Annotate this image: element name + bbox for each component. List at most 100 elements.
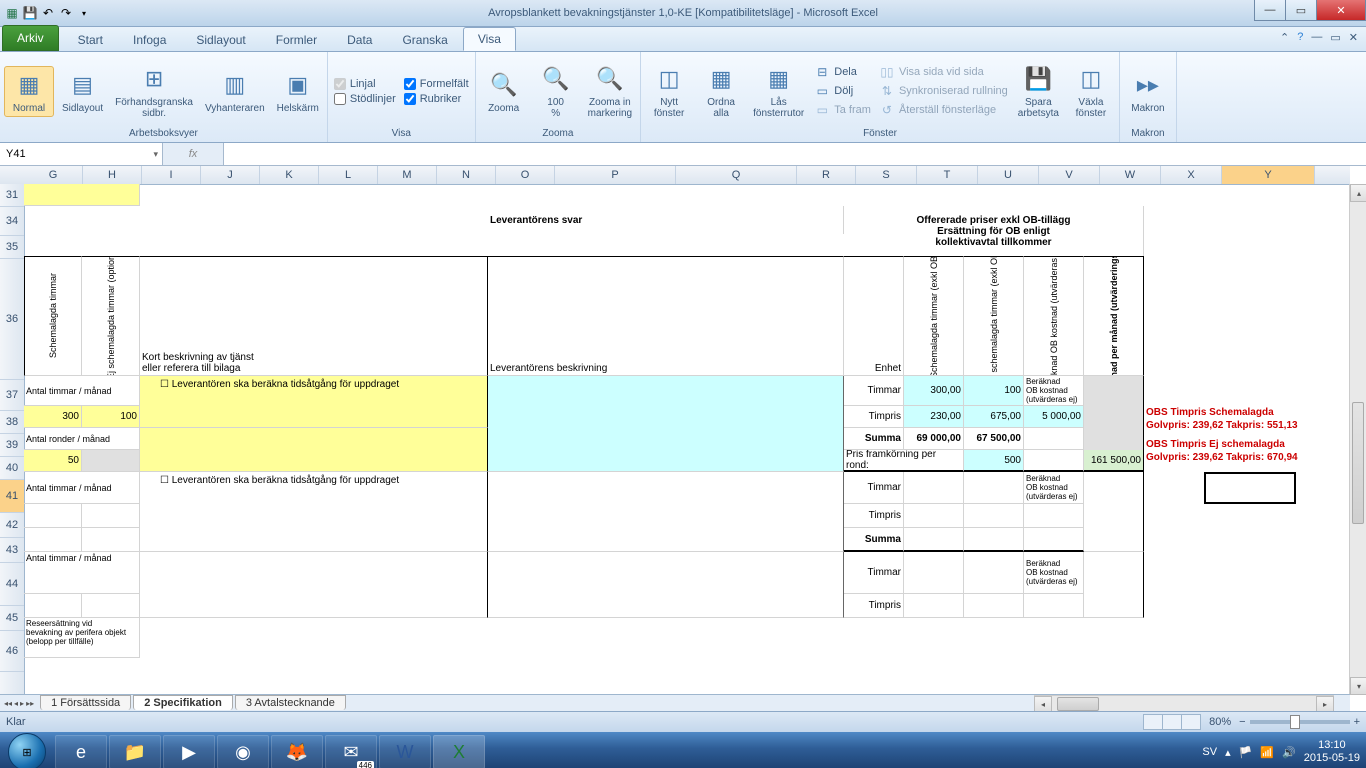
taskbar-explorer[interactable]: 📁 [109,735,161,768]
cell[interactable]: 50 [24,450,82,472]
cell[interactable]: Antal timmar / månad [24,376,140,406]
zoom-slider[interactable]: − + [1239,716,1360,728]
qat-dropdown-icon[interactable]: ▾ [76,5,92,21]
tab-start[interactable]: Start [63,28,118,51]
cell[interactable]: Beräknad OB kostnad (utvärderas ej) [1024,472,1084,504]
cell[interactable]: Leverantörens svar [488,206,844,234]
cell[interactable]: Timpris [844,504,904,528]
cell[interactable]: Schemalagda timmar (exkl OB) [904,256,964,376]
formula-bar-checkbox[interactable]: Formelfält [402,77,471,91]
cell[interactable]: 230,00 [904,406,964,428]
cell[interactable]: 161 500,00 [1084,450,1144,472]
cell[interactable] [1084,552,1144,618]
sheet-tab-2[interactable]: 2 Specifikation [133,695,233,710]
row-header-41[interactable]: 41 [0,480,24,513]
cell[interactable] [1024,450,1084,472]
row-header-40[interactable]: 40 [0,457,24,480]
cell[interactable]: Antal ronder / månad [24,428,140,450]
tab-formler[interactable]: Formler [261,28,332,51]
row-header-38[interactable]: 38 [0,411,24,434]
view-mode-buttons[interactable] [1144,714,1201,730]
cell[interactable] [904,472,964,504]
new-window-button[interactable]: ◫Nytt fönster [645,61,693,121]
cell[interactable]: Timmar [844,552,904,594]
doc-restore-icon[interactable]: ▭ [1330,31,1340,44]
col-header-V[interactable]: V [1039,166,1100,184]
cell[interactable]: Pris framkörning per rond: [844,450,964,472]
side-by-side-button[interactable]: ▯▯Visa sida vid sida [877,63,1010,81]
unhide-button[interactable]: ▭Ta fram [812,101,873,119]
save-workspace-button[interactable]: 💾Spara arbetsyta [1014,61,1063,121]
cell[interactable] [964,472,1024,504]
formula-input[interactable] [224,143,1366,165]
cell[interactable]: Timmar [844,472,904,504]
cell[interactable] [904,504,964,528]
cell[interactable]: Enhet [844,256,904,376]
cell[interactable] [964,594,1024,618]
col-header-S[interactable]: S [856,166,917,184]
cell[interactable]: 300 [24,406,82,428]
cell[interactable]: 100 [82,406,140,428]
help-icon[interactable]: ? [1297,31,1303,44]
name-box[interactable]: Y41 [0,143,163,165]
row-header-39[interactable]: 39 [0,434,24,457]
row-header-37[interactable]: 37 [0,380,24,411]
col-header-W[interactable]: W [1100,166,1161,184]
arrange-all-button[interactable]: ▦Ordna alla [697,61,745,121]
cell[interactable] [1204,472,1296,504]
cell[interactable]: 675,00 [964,406,1024,428]
cell[interactable] [140,428,488,472]
zoom-out-icon[interactable]: − [1239,716,1245,728]
cell[interactable]: Offererade priser exkl OB-tilläggErsättn… [844,206,1144,256]
macros-button[interactable]: ▸▸Makron [1124,67,1172,116]
cell[interactable] [24,504,82,528]
col-header-O[interactable]: O [496,166,555,184]
cell[interactable]: Kostnad per månad (utvärderingspris) [1084,256,1144,376]
save-icon[interactable]: 💾 [22,5,38,21]
cell[interactable] [904,528,964,552]
start-button[interactable]: ⊞ [0,732,54,768]
scroll-left-icon[interactable]: ◂ [1034,696,1052,712]
col-header-X[interactable]: X [1161,166,1222,184]
flag-icon[interactable]: 🏳️ [1239,746,1253,759]
clock[interactable]: 13:10 2015-05-19 [1304,739,1360,765]
col-header-R[interactable]: R [797,166,856,184]
fx-icon[interactable]: fx [189,148,198,160]
hide-button[interactable]: ▭Dölj [812,82,873,100]
sheet-nav-first-icon[interactable]: ◂◂ [4,699,12,708]
cell[interactable] [964,552,1024,594]
cell[interactable] [1084,472,1144,552]
cell[interactable]: Summa [844,428,904,450]
col-header-K[interactable]: K [260,166,319,184]
cell[interactable]: Kort beskrivning av tjänst eller referer… [140,256,488,376]
switch-windows-button[interactable]: ◫Växla fönster [1067,61,1115,121]
zoom-level[interactable]: 80% [1209,716,1231,728]
cell[interactable]: 500 [964,450,1024,472]
cell[interactable] [24,594,82,618]
minimize-ribbon-icon[interactable]: ⌃ [1280,31,1289,44]
cell[interactable] [488,552,844,618]
taskbar-ie[interactable]: e [55,735,107,768]
sheet-tab-1[interactable]: 1 Försättssida [40,695,131,710]
row-header-35[interactable]: 35 [0,236,24,259]
scroll-right-icon[interactable]: ▸ [1316,696,1334,712]
cell[interactable]: Summa [844,528,904,552]
col-header-T[interactable]: T [917,166,978,184]
cell[interactable]: 300,00 [904,376,964,406]
cell[interactable]: Antal timmar / månad [24,552,140,594]
cell[interactable] [140,552,488,618]
freeze-panes-button[interactable]: ▦Lås fönsterrutor [749,61,808,121]
horizontal-scroll-thumb[interactable] [1057,697,1099,711]
cell[interactable] [964,528,1024,552]
cell[interactable] [488,376,844,472]
network-icon[interactable]: 📶 [1260,746,1274,759]
vertical-scrollbar[interactable]: ▴ ▾ [1349,184,1366,695]
row-header-36[interactable]: 36 [0,259,24,380]
cell[interactable] [904,594,964,618]
cell[interactable]: 67 500,00 [964,428,1024,450]
col-header-J[interactable]: J [201,166,260,184]
cell[interactable]: Timmar [844,376,904,406]
sheet-nav-prev-icon[interactable]: ◂ [14,699,18,708]
tab-granska[interactable]: Granska [387,28,462,51]
cell[interactable] [82,450,140,472]
